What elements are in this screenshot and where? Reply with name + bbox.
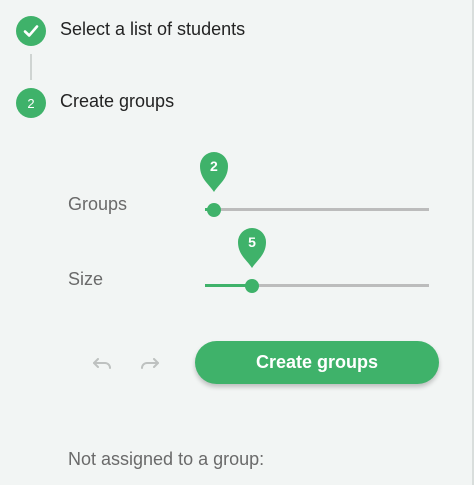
size-label: Size [68, 269, 104, 289]
groups-slider-thumb[interactable] [206, 203, 221, 217]
size-value: 5 [248, 234, 256, 250]
step-1-label[interactable]: Select a list of students [60, 19, 245, 40]
size-slider-thumb[interactable] [245, 279, 260, 293]
groups-slider-track[interactable] [205, 208, 429, 211]
create-groups-button[interactable]: Create groups [195, 341, 439, 384]
step-complete-indicator [16, 16, 46, 46]
undo-icon [93, 358, 111, 369]
step-connector [30, 54, 32, 80]
redo-icon [141, 358, 159, 369]
step-2-number: 2 [16, 88, 46, 118]
not-assigned-label: Not assigned to a group: [68, 449, 265, 469]
step-2-label[interactable]: Create groups [60, 91, 174, 112]
redo-button[interactable] [139, 351, 161, 373]
size-value-pin: 5 [234, 224, 270, 270]
groups-value: 2 [210, 158, 218, 174]
undo-button[interactable] [91, 351, 113, 373]
groups-label: Groups [68, 194, 128, 214]
check-icon [23, 25, 39, 37]
groups-value-pin: 2 [196, 148, 232, 194]
